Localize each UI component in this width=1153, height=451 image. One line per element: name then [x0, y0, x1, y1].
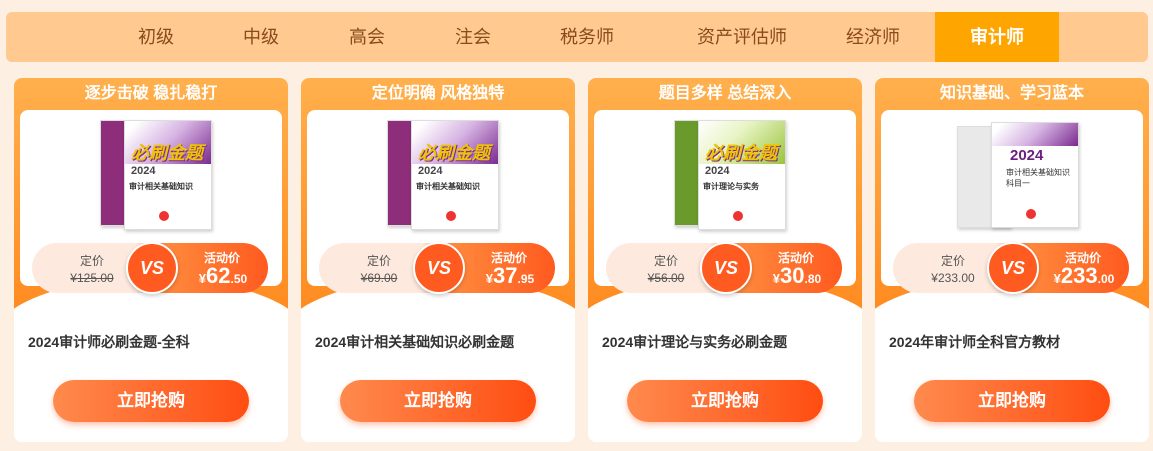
original-price: ¥69.00: [360, 271, 398, 285]
price-compare-bar: 定价 ¥69.00 VS 活动价 ¥37.95: [319, 242, 555, 294]
category-tab-bar: 初级 中级 高会 注会 税务师 资产评估师 经济师 审计师: [6, 12, 1148, 62]
buy-now-button[interactable]: 立即抢购: [914, 380, 1110, 422]
book-cover[interactable]: 必刷金题 2024 审计理论与实务: [698, 120, 786, 230]
tab-shuiwushi[interactable]: 税务师: [532, 12, 642, 62]
activity-price: ¥30.80: [772, 263, 822, 288]
book-cover-brand: 必刷金题: [705, 143, 777, 163]
product-slogan: 定位明确 风格独特: [371, 85, 505, 102]
tab-chuji[interactable]: 初级: [106, 12, 206, 62]
tab-zichanpinggushi[interactable]: 资产评估师: [670, 12, 814, 62]
original-price-label: 定价: [79, 254, 104, 268]
product-name[interactable]: 2024审计理论与实务必刷金题: [602, 332, 787, 352]
book-cover-year: 2024: [1010, 147, 1044, 164]
activity-price: ¥62.50: [198, 263, 248, 288]
product-slogan: 逐步击破 稳扎稳打: [84, 85, 218, 102]
product-card: 逐步击破 稳扎稳打 必刷金题 2024 审计相关基础知识 定价 ¥125.00 …: [14, 78, 288, 442]
tab-shenjishi[interactable]: 审计师: [935, 12, 1059, 62]
original-price: ¥125.00: [70, 271, 114, 285]
original-price: ¥233.00: [931, 271, 975, 285]
tab-zhuhui[interactable]: 注会: [423, 12, 523, 62]
original-price-label: 定价: [940, 254, 965, 268]
original-price-label: 定价: [366, 254, 391, 268]
book-cover[interactable]: 2024 审计相关基础知识 科目一: [991, 122, 1079, 228]
product-slogan: 知识基础、学习蓝本: [939, 85, 1084, 102]
vs-badge-icon: VS: [413, 242, 465, 294]
book-cover-brand: 必刷金题: [418, 143, 490, 163]
activity-price: ¥37.95: [485, 263, 535, 288]
tab-gaohui[interactable]: 高会: [317, 12, 417, 62]
book-cover-subject: 审计相关基础知识: [1006, 168, 1070, 177]
tab-jingjishi[interactable]: 经济师: [818, 12, 928, 62]
publisher-logo-icon: [159, 211, 169, 221]
price-compare-bar: 定价 ¥125.00 VS 活动价 ¥62.50: [32, 242, 268, 294]
product-slogan: 题目多样 总结深入: [658, 85, 792, 102]
original-price: ¥56.00: [647, 271, 685, 285]
book-cover-year: 2024: [418, 165, 443, 177]
buy-now-button[interactable]: 立即抢购: [627, 380, 823, 422]
book-cover[interactable]: 必刷金题 2024 审计相关基础知识: [411, 120, 499, 230]
book-cover-brand: 必刷金题: [131, 143, 203, 163]
vs-badge-icon: VS: [700, 242, 752, 294]
product-name[interactable]: 2024审计师必刷金题-全科: [28, 332, 190, 352]
buy-now-button[interactable]: 立即抢购: [340, 380, 536, 422]
book-cover-subtitle: 科目一: [1006, 179, 1030, 188]
product-card: 知识基础、学习蓝本 2024 审计相关基础知识 科目一 定价 ¥233.00 V…: [875, 78, 1149, 442]
buy-now-button[interactable]: 立即抢购: [53, 380, 249, 422]
original-price-label: 定价: [653, 254, 678, 268]
vs-badge-icon: VS: [987, 242, 1039, 294]
product-card: 题目多样 总结深入 必刷金题 2024 审计理论与实务 定价 ¥56.00 VS…: [588, 78, 862, 442]
vs-badge-icon: VS: [126, 242, 178, 294]
product-name[interactable]: 2024年审计师全科官方教材: [889, 332, 1060, 352]
book-cover-subject: 审计相关基础知识: [129, 182, 193, 191]
publisher-logo-icon: [733, 211, 743, 221]
price-compare-bar: 定价 ¥56.00 VS 活动价 ¥30.80: [606, 242, 842, 294]
price-compare-bar: 定价 ¥233.00 VS 活动价 ¥233.00: [893, 242, 1129, 294]
tab-zhongji[interactable]: 中级: [211, 12, 311, 62]
publisher-logo-icon: [1026, 209, 1036, 219]
book-cover[interactable]: 必刷金题 2024 审计相关基础知识: [124, 120, 212, 230]
book-cover-subject: 审计相关基础知识: [416, 182, 480, 191]
book-cover-year: 2024: [705, 165, 730, 177]
book-cover-subject: 审计理论与实务: [703, 182, 759, 191]
product-card: 定位明确 风格独特 必刷金题 2024 审计相关基础知识 定价 ¥69.00 V…: [301, 78, 575, 442]
book-cover-year: 2024: [131, 165, 156, 177]
activity-price: ¥233.00: [1053, 263, 1115, 288]
product-name[interactable]: 2024审计相关基础知识必刷金题: [315, 332, 514, 352]
publisher-logo-icon: [446, 211, 456, 221]
